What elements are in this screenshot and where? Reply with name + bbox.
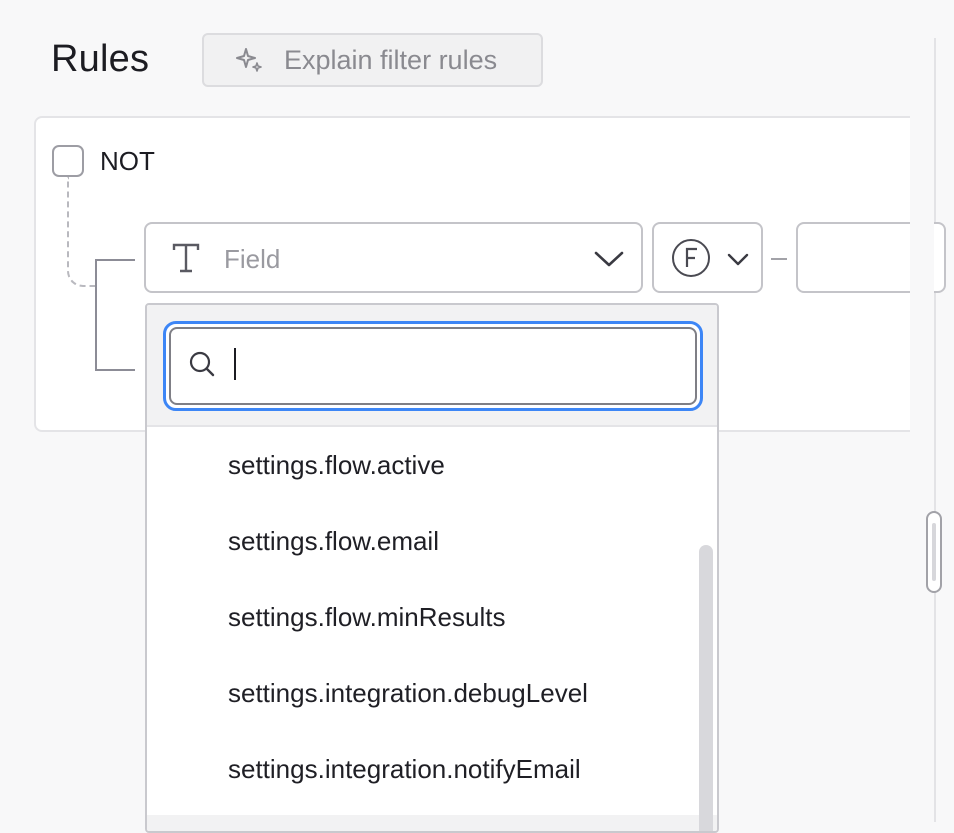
text-caret (234, 348, 236, 380)
dropdown-scrollbar-thumb[interactable] (699, 545, 713, 831)
function-select[interactable] (652, 222, 763, 293)
field-options-list: settings.flow.active settings.flow.email… (147, 427, 717, 807)
not-checkbox[interactable] (52, 145, 84, 177)
panel-divider (934, 38, 936, 822)
field-option[interactable]: settings.flow.minResults (147, 579, 717, 655)
field-option-highlighted[interactable] (147, 815, 717, 831)
separator-dash (771, 258, 787, 260)
dropdown-search-area (147, 305, 717, 427)
search-input[interactable] (227, 339, 671, 389)
field-option[interactable]: settings.flow.active (147, 427, 717, 503)
field-option[interactable]: settings.integration.notifyEmail (147, 731, 717, 807)
panel-gutter (910, 116, 934, 436)
field-placeholder: Field (224, 244, 281, 274)
field-dropdown: settings.flow.active settings.flow.email… (145, 303, 719, 833)
explain-filter-rules-button[interactable]: Explain filter rules (202, 33, 543, 87)
panel-resize-handle[interactable] (926, 511, 942, 593)
sparkle-icon (234, 45, 264, 75)
page-title: Rules (51, 38, 150, 80)
rule-tree-line (95, 259, 135, 371)
field-option[interactable]: settings.integration.debugLevel (147, 655, 717, 731)
group-connector-line (67, 177, 97, 287)
text-type-icon (170, 241, 202, 275)
chevron-down-icon (726, 252, 750, 268)
field-option[interactable]: settings.flow.email (147, 503, 717, 579)
explain-button-label: Explain filter rules (284, 44, 498, 75)
search-focus-ring (163, 321, 703, 411)
search-icon (187, 349, 217, 379)
function-icon (671, 238, 711, 278)
field-select[interactable]: Field (144, 222, 643, 293)
not-label: NOT (100, 146, 155, 176)
search-field[interactable] (169, 327, 697, 405)
chevron-down-icon (592, 248, 626, 270)
